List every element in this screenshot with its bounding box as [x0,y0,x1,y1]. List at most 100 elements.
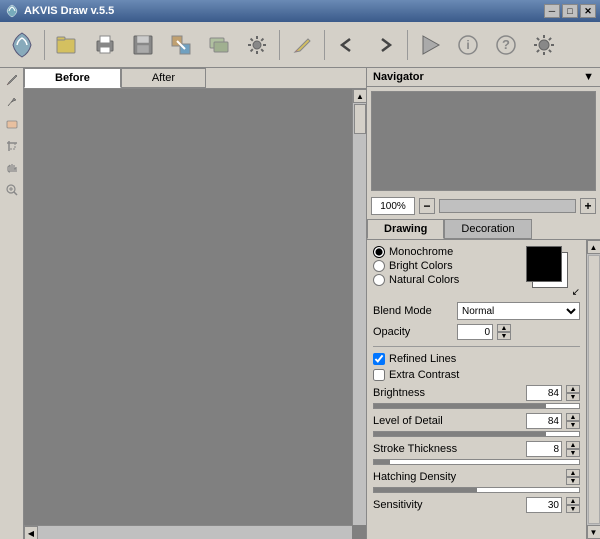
color-preview: ↙ [526,246,580,298]
stroke-thickness-label: Stroke Thickness [373,443,457,455]
panel-scrollbar[interactable]: ▲ ▼ [586,240,600,539]
navigator-collapse-icon[interactable]: ▼ [583,71,594,83]
run-button[interactable] [412,27,448,63]
level-detail-spin: ▲ ▼ [566,413,580,429]
settings-button[interactable] [239,27,275,63]
level-detail-slider[interactable] [373,431,580,437]
pencil-tool-button[interactable] [284,27,320,63]
stroke-thickness-spin-down[interactable]: ▼ [566,449,580,457]
navigator-label: Navigator [373,71,424,83]
scrollbar-horizontal[interactable]: ◀ [24,525,352,539]
toolbar: i ? [0,22,600,68]
hatching-density-spin: ▲ ▼ [566,469,580,485]
extra-contrast-row[interactable]: Extra Contrast [373,369,580,381]
zoom-in-button[interactable]: + [580,198,596,214]
scroll-left-arrow[interactable]: ◀ [24,526,38,539]
brightness-spin-down[interactable]: ▼ [566,393,580,401]
stroke-thickness-spin-up[interactable]: ▲ [566,441,580,449]
toolbar-sep-3 [324,30,325,60]
toolbar-sep-4 [407,30,408,60]
window-controls[interactable]: ─ □ ✕ [544,4,596,18]
stroke-thickness-slider[interactable] [373,459,580,465]
brightness-spin-up[interactable]: ▲ [566,385,580,393]
sensitivity-row: Sensitivity ▲ ▼ [373,497,580,513]
sensitivity-label: Sensitivity [373,499,453,511]
panel-scroll-up[interactable]: ▲ [587,240,600,254]
panel-scroll-down[interactable]: ▼ [587,525,600,539]
radio-natural-colors[interactable]: Natural Colors [373,274,459,286]
stroke-thickness-value[interactable] [526,441,562,457]
save-button[interactable] [125,27,161,63]
toolbar-sep-1 [44,30,45,60]
color-mode-group: Monochrome Bright Colors Natural Colors [373,246,459,286]
refined-lines-label: Refined Lines [389,353,456,365]
foreground-color-box[interactable] [526,246,562,282]
maximize-button[interactable]: □ [562,4,578,18]
swap-colors-icon[interactable]: ↙ [572,287,580,298]
hatching-density-section: Hatching Density ▲ ▼ [373,469,580,493]
tool-hand[interactable] [2,158,22,178]
info-button[interactable]: i [450,27,486,63]
level-detail-spin-up[interactable]: ▲ [566,413,580,421]
opacity-spin-up[interactable]: ▲ [497,324,511,332]
level-detail-row: Level of Detail ▲ ▼ [373,413,580,429]
hatching-density-spin-down[interactable]: ▼ [566,477,580,485]
navigator-zoom: − + [367,195,600,217]
radio-monochrome[interactable]: Monochrome [373,246,459,258]
sensitivity-spin-down[interactable]: ▼ [566,505,580,513]
stroke-thickness-row: Stroke Thickness ▲ ▼ [373,441,580,457]
hatching-density-spin-up[interactable]: ▲ [566,469,580,477]
batch-button[interactable] [201,27,237,63]
refined-lines-check[interactable] [373,353,385,365]
scroll-up-arrow[interactable]: ▲ [353,89,366,103]
right-panel: Navigator ▼ − + Drawing Decoration [366,68,600,539]
tool-zoom[interactable] [2,180,22,200]
open-button[interactable] [49,27,85,63]
print-button[interactable] [87,27,123,63]
import-button[interactable] [163,27,199,63]
minimize-button[interactable]: ─ [544,4,560,18]
tool-eraser[interactable] [2,114,22,134]
tool-brush[interactable] [2,92,22,112]
opacity-value[interactable] [457,324,493,340]
opacity-row: Opacity ▲ ▼ [373,324,580,340]
preferences-button[interactable] [526,27,562,63]
brightness-slider[interactable] [373,403,580,409]
brightness-row: Brightness ▲ ▼ [373,385,580,401]
navigator-header: Navigator ▼ [367,68,600,87]
scrollbar-vertical[interactable]: ▲ [352,89,366,525]
brightness-section: Brightness ▲ ▼ [373,385,580,409]
refined-lines-row[interactable]: Refined Lines [373,353,580,365]
hatching-density-row: Hatching Density ▲ ▼ [373,469,580,485]
level-detail-spin-down[interactable]: ▼ [566,421,580,429]
divider-1 [373,346,580,347]
tab-decoration[interactable]: Decoration [444,219,531,239]
tab-before[interactable]: Before [24,68,121,88]
tab-after[interactable]: After [121,68,206,88]
back-button[interactable] [329,27,365,63]
forward-button[interactable] [367,27,403,63]
sensitivity-spin: ▲ ▼ [566,497,580,513]
hatching-density-slider[interactable] [373,487,580,493]
tool-crop[interactable] [2,136,22,156]
radio-bright-colors[interactable]: Bright Colors [373,260,459,272]
monochrome-label: Monochrome [389,246,453,258]
sensitivity-value[interactable] [526,497,562,513]
zoom-slider[interactable] [439,199,576,213]
tool-pencil[interactable] [2,70,22,90]
extra-contrast-check[interactable] [373,369,385,381]
sensitivity-spin-up[interactable]: ▲ [566,497,580,505]
zoom-input[interactable] [371,197,415,215]
stroke-thickness-section: Stroke Thickness ▲ ▼ [373,441,580,465]
scroll-thumb-v[interactable] [354,104,366,134]
zoom-out-button[interactable]: − [419,198,435,214]
level-detail-value[interactable] [526,413,562,429]
tab-drawing[interactable]: Drawing [367,219,444,239]
hatching-density-label: Hatching Density [373,471,456,483]
brightness-value[interactable] [526,385,562,401]
canvas-view[interactable]: ▲ ◀ [24,89,366,539]
close-button[interactable]: ✕ [580,4,596,18]
blend-mode-select[interactable]: Normal Multiply Screen [457,302,580,320]
opacity-spin-down[interactable]: ▼ [497,332,511,340]
help-button[interactable]: ? [488,27,524,63]
